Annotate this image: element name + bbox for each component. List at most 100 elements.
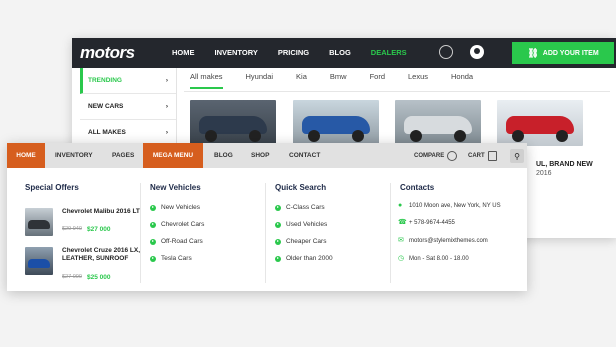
site-logo[interactable]: motors — [80, 43, 135, 63]
top-nav-pricing[interactable]: PRICING — [278, 48, 309, 57]
new-vehicles-column: New Vehicles — [150, 183, 201, 192]
arrow-circle-icon — [150, 238, 156, 245]
link-cheaper-cars[interactable]: Cheaper Cars — [275, 238, 326, 245]
car-image[interactable] — [293, 100, 379, 146]
link-older-than-2000[interactable]: Older than 2000 — [275, 255, 333, 262]
cart-label: CART — [468, 153, 485, 159]
column-divider — [390, 183, 391, 283]
car-image[interactable] — [395, 100, 481, 146]
chevron-right-icon: › — [165, 129, 168, 136]
menu-inventory[interactable]: INVENTORY — [55, 143, 93, 168]
sidebar-item-trending[interactable]: TRENDING › — [80, 68, 176, 94]
top-nav-blog[interactable]: BLOG — [329, 48, 351, 57]
car-image[interactable] — [497, 100, 583, 146]
link-used-vehicles[interactable]: Used Vehicles — [275, 221, 327, 228]
offer-car-image[interactable] — [25, 208, 53, 236]
contacts-column: Contacts — [400, 183, 434, 192]
tab-hyundai[interactable]: Hyundai — [246, 72, 274, 89]
search-button[interactable]: ⚲ — [510, 149, 524, 163]
compare-label: COMPARE — [414, 153, 445, 159]
tab-all-makes[interactable]: All makes — [190, 72, 223, 89]
make-filter-tabs: All makes Hyundai Kia Bmw Ford Lexus Hon… — [190, 72, 496, 89]
offer-car-image[interactable] — [25, 247, 53, 275]
link-label: Off-Road Cars — [161, 238, 203, 245]
sidebar-item-label: ALL MAKES — [88, 129, 126, 136]
tab-ford[interactable]: Ford — [370, 72, 385, 89]
add-item-button[interactable]: ⛓ ADD YOUR ITEM — [512, 42, 614, 64]
divider — [184, 91, 610, 92]
menu-blog[interactable]: BLOG — [214, 143, 233, 168]
offer-old-price: $27 000 — [62, 274, 82, 280]
contacts-heading: Contacts — [400, 183, 435, 192]
compare-icon — [447, 151, 458, 161]
link-new-vehicles[interactable]: New Vehicles — [150, 204, 200, 211]
quick-search-heading: Quick Search — [275, 183, 327, 192]
contact-email[interactable]: ✉ motors@stylemixthemes.com — [398, 237, 488, 244]
top-nav-dealers[interactable]: DEALERS — [371, 48, 407, 57]
compare-link[interactable]: COMPARE — [414, 151, 458, 161]
search-icon: ⚲ — [514, 151, 520, 161]
link-label: Chevrolet Cars — [161, 221, 205, 228]
clock-icon: ◷ — [398, 255, 405, 262]
user-icon[interactable] — [470, 45, 484, 59]
arrow-circle-icon — [150, 204, 156, 211]
tab-lexus[interactable]: Lexus — [408, 72, 428, 89]
contact-address: ● 1010 Moon ave, New York, NY US — [398, 202, 501, 209]
menu-pages[interactable]: PAGES — [112, 143, 134, 168]
link-c-class-cars[interactable]: C-Class Cars — [275, 204, 325, 211]
arrow-circle-icon — [275, 204, 281, 211]
mega-menu-window: HOME INVENTORY PAGES MEGA MENU BLOG SHOP… — [7, 143, 527, 291]
top-nav-inventory[interactable]: INVENTORY — [215, 48, 258, 57]
link-label: Used Vehicles — [286, 221, 328, 228]
car-image[interactable] — [190, 100, 276, 146]
shopping-bag-icon — [487, 151, 497, 161]
link-label: Tesla Cars — [161, 255, 192, 262]
location-icon: ● — [398, 202, 403, 209]
contact-hours: ◷ Mon - Sat 8.00 - 18.00 — [398, 255, 469, 262]
link-chevrolet-cars[interactable]: Chevrolet Cars — [150, 221, 204, 228]
quick-search-column: Quick Search — [275, 183, 326, 192]
car-caption-line: 2016 — [536, 170, 552, 177]
menu-home[interactable]: HOME — [7, 143, 45, 168]
sidebar-item-label: NEW CARS — [88, 103, 124, 110]
link-tesla-cars[interactable]: Tesla Cars — [150, 255, 192, 262]
menu-mega-menu[interactable]: MEGA MENU — [143, 143, 203, 168]
contact-text: 1010 Moon ave, New York, NY US — [409, 203, 501, 209]
new-vehicles-heading: New Vehicles — [150, 183, 201, 192]
offer-old-price: $29 940 — [62, 226, 82, 232]
cart-link[interactable]: CART — [468, 151, 497, 161]
arrow-circle-icon — [275, 238, 281, 245]
phone-icon: ☎ — [398, 219, 407, 226]
offer-new-price: $25 000 — [87, 274, 111, 281]
sidebar-item-label: TRENDING — [88, 77, 122, 84]
chevron-right-icon: › — [165, 103, 168, 110]
link-label: C-Class Cars — [286, 204, 325, 211]
offer-title[interactable]: Chevrolet Malibu 2016 LT — [62, 208, 162, 216]
arrow-circle-icon — [150, 221, 156, 228]
tab-honda[interactable]: Honda — [451, 72, 473, 89]
arrow-circle-icon — [275, 255, 281, 262]
column-divider — [140, 183, 141, 283]
menu-shop[interactable]: SHOP — [251, 143, 269, 168]
link-off-road-cars[interactable]: Off-Road Cars — [150, 238, 203, 245]
special-offers-column: Special Offers — [25, 183, 79, 192]
contact-text: Mon - Sat 8.00 - 18.00 — [409, 256, 469, 262]
link-label: Cheaper Cars — [286, 238, 327, 245]
mail-icon: ✉ — [398, 237, 404, 244]
tab-kia[interactable]: Kia — [296, 72, 307, 89]
contact-text: + 578-9674-4455 — [409, 220, 455, 226]
add-item-label: ADD YOUR ITEM — [542, 49, 599, 57]
link-label: Older than 2000 — [286, 255, 333, 262]
car-caption[interactable]: UL, BRAND NEW 2016 — [536, 160, 593, 178]
chevron-right-icon: › — [165, 77, 168, 84]
settings-icon[interactable] — [439, 45, 453, 59]
tab-bmw[interactable]: Bmw — [330, 72, 347, 89]
column-divider — [265, 183, 266, 283]
menu-contact[interactable]: CONTACT — [289, 143, 320, 168]
top-nav-home[interactable]: HOME — [172, 48, 195, 57]
car-plus-icon: ⛓ — [527, 47, 539, 58]
contact-text: motors@stylemixthemes.com — [409, 238, 488, 244]
sidebar-item-new-cars[interactable]: NEW CARS › — [80, 94, 176, 120]
offer-title[interactable]: Chevrolet Cruze 2016 LX, LEATHER, SUNROO… — [62, 247, 162, 263]
main-menu-bar: HOME INVENTORY PAGES MEGA MENU BLOG SHOP… — [7, 143, 527, 168]
